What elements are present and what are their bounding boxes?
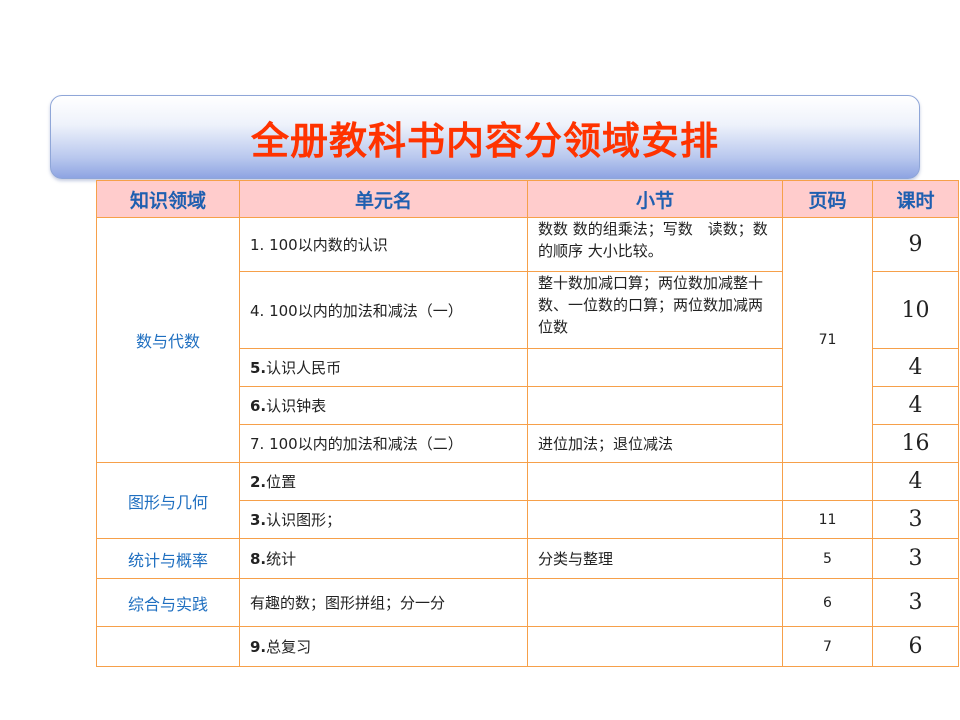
pages-cell	[782, 462, 873, 501]
unit-number: 6.	[250, 397, 267, 415]
table-row: 统计与概率 8.统计 分类与整理 5 3	[96, 538, 959, 579]
unit-number: 5.	[250, 359, 267, 377]
unit-cell: 5.认识人民币	[239, 348, 528, 387]
section-cell	[527, 500, 783, 539]
unit-cell: 9.总复习	[239, 626, 528, 667]
unit-cell: 2.位置	[239, 462, 528, 501]
domain-cell: 统计与概率	[96, 538, 240, 579]
header-unit: 单元名	[239, 180, 528, 218]
unit-name: 位置	[266, 473, 297, 491]
section-cell	[527, 462, 783, 501]
content-table: 知识领域 单元名 小节 页码 课时 数与代数 1. 100以内数的认识 数数 数…	[96, 180, 959, 667]
unit-cell: 8.统计	[239, 538, 528, 579]
unit-number: 3.	[250, 511, 267, 529]
hours-cell: 6	[872, 626, 959, 667]
pages-cell: 11	[782, 500, 873, 539]
header-row: 知识领域 单元名 小节 页码 课时	[96, 180, 959, 218]
unit-name: 统计	[266, 550, 297, 568]
unit-cell: 1. 100以内数的认识	[239, 217, 528, 272]
section-cell	[527, 348, 783, 387]
section-cell: 分类与整理	[527, 538, 783, 579]
pages-cell: 7	[782, 626, 873, 667]
hours-cell: 9	[872, 217, 959, 272]
pages-cell: 6	[782, 578, 873, 627]
unit-number: 2.	[250, 473, 267, 491]
header-pages: 页码	[782, 180, 873, 218]
hours-cell: 4	[872, 462, 959, 501]
unit-name: 总复习	[266, 638, 312, 656]
hours-cell: 4	[872, 348, 959, 387]
unit-name: 认识钟表	[266, 397, 327, 415]
unit-cell: 4. 100以内的加法和减法（一）	[239, 271, 528, 349]
hours-cell: 10	[872, 271, 959, 349]
header-domain: 知识领域	[96, 180, 240, 218]
table-row: 数与代数 1. 100以内数的认识 数数 数的组乘法；写数 读数；数的顺序 大小…	[96, 217, 959, 463]
unit-cell: 7. 100以内的加法和减法（二）	[239, 424, 528, 463]
table-row: 综合与实践 有趣的数；图形拼组；分一分 6 3	[96, 578, 959, 627]
table-row: 图形与几何 2.位置 4	[96, 462, 959, 539]
unit-cell: 有趣的数；图形拼组；分一分	[239, 578, 528, 627]
page-title: 全册教科书内容分领域安排	[250, 118, 719, 163]
unit-number: 8.	[250, 550, 267, 568]
domain-cell	[96, 626, 240, 667]
hours-cell: 3	[872, 500, 959, 539]
hours-cell: 3	[872, 538, 959, 579]
section-cell: 数数 数的组乘法；写数 读数；数的顺序 大小比较。	[527, 217, 783, 272]
header-section: 小节	[527, 180, 783, 218]
hours-cell: 16	[872, 424, 959, 463]
section-cell	[527, 386, 783, 425]
section-cell	[527, 578, 783, 627]
unit-cell: 3.认识图形；	[239, 500, 528, 539]
unit-cell: 6.认识钟表	[239, 386, 528, 425]
pages-cell: 71	[782, 217, 873, 463]
section-cell	[527, 626, 783, 667]
header-hours: 课时	[872, 180, 959, 218]
hours-cell: 3	[872, 578, 959, 627]
unit-name: 认识图形；	[266, 511, 342, 529]
section-cell: 进位加法；退位减法	[527, 424, 783, 463]
section-cell: 整十数加减口算；两位数加减整十数、一位数的口算；两位数加减两位数	[527, 271, 783, 349]
title-banner: 全册教科书内容分领域安排	[50, 95, 920, 179]
pages-cell: 5	[782, 538, 873, 579]
table-row: 9.总复习 7 6	[96, 626, 959, 667]
domain-cell: 综合与实践	[96, 578, 240, 627]
unit-number: 9.	[250, 638, 267, 656]
domain-cell: 图形与几何	[96, 462, 240, 539]
unit-name: 认识人民币	[266, 359, 342, 377]
domain-cell: 数与代数	[96, 217, 240, 463]
hours-cell: 4	[872, 386, 959, 425]
